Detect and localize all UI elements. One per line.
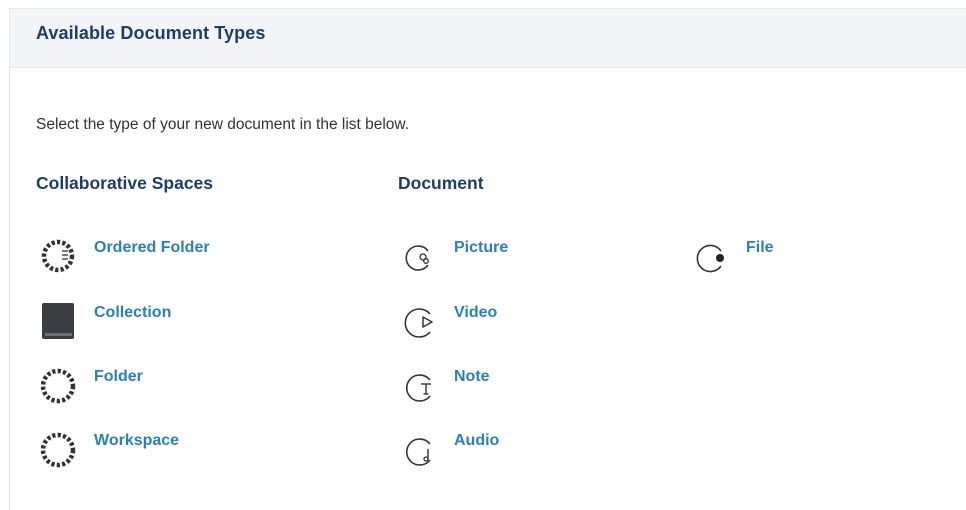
ordered-folder-icon — [41, 239, 75, 273]
collection-icon — [42, 303, 74, 339]
intro-text: Select the type of your new document in … — [36, 116, 410, 133]
doc-type-label: Collection — [94, 304, 172, 321]
doc-type-label: Workspace — [94, 432, 180, 449]
doc-type-label: Picture — [454, 239, 509, 256]
doc-type-label: Ordered Folder — [94, 239, 210, 256]
doc-type-label: Audio — [454, 432, 500, 449]
note-icon — [405, 374, 431, 402]
folder-icon — [40, 368, 76, 404]
document-types-panel: Available Document Types Select the type… — [9, 8, 966, 510]
picture-icon — [405, 245, 429, 271]
panel-header: Available Document Types — [10, 9, 966, 68]
video-icon — [404, 308, 433, 338]
collaborative-spaces-heading: Collaborative Spaces — [36, 173, 214, 193]
doc-type-label: Note — [454, 368, 490, 385]
audio-icon — [405, 438, 431, 466]
doc-type-label: Folder — [94, 368, 143, 385]
doc-type-label: Video — [454, 304, 498, 321]
doc-type-label: File — [746, 239, 774, 256]
document-heading: Document — [398, 173, 484, 193]
panel-title: Available Document Types — [36, 23, 266, 43]
workspace-icon — [40, 432, 76, 468]
file-icon — [696, 244, 724, 273]
